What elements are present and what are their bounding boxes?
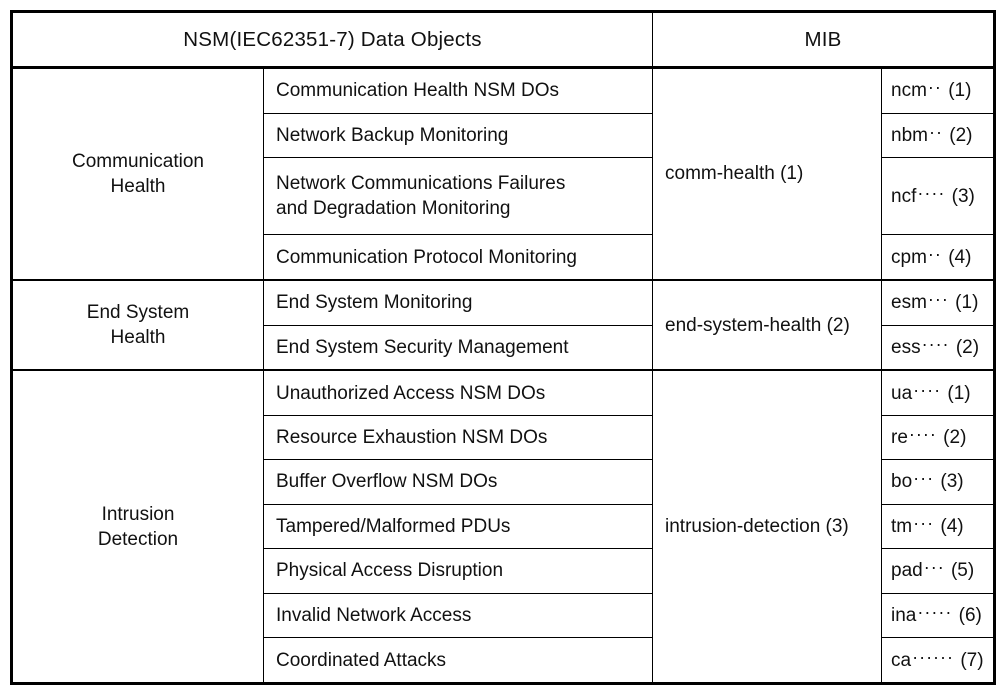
mib-code-abbr: esm [891,292,927,314]
group-label-line2: Health [110,327,166,349]
data-object-label: End System Security Management [263,324,653,371]
mib-code-abbr: nbm [891,124,928,146]
mib-code-number: (1) [955,292,979,314]
group-label-line2: Detection [97,528,179,550]
mib-code-cell: ua···· (1) [880,369,996,416]
dot-leader: ··· [913,468,935,489]
data-object-line2: and Degradation Monitoring [276,198,511,220]
mib-code-abbr: ess [891,336,921,358]
mib-code-number: (2) [955,336,980,358]
mib-code-number: (5) [950,560,975,582]
header-mib: MIB [651,11,996,69]
mib-code-abbr: bo [891,471,913,493]
dot-leader: ·· [927,77,942,98]
data-object-label: Resource Exhaustion NSM DOs [263,414,653,461]
mib-code-cell: ncf···· (3) [880,157,996,236]
dot-leader: ·· [927,243,942,264]
table-row: Intrusion Detection Unauthorized Access … [11,369,996,685]
mib-code-cell: pad··· (5) [880,548,996,594]
dot-leader: ··· [913,512,935,533]
mib-code-number: (2) [943,427,967,449]
mib-code-cell: cpm·· (4) [880,234,996,281]
dot-leader: ···· [917,182,946,203]
dot-leader: ···· [908,424,937,445]
mib-code-number: (7) [960,649,984,671]
dot-leader: ····· [917,601,953,622]
nsm-mib-mapping-table: NSM(IEC62351-7) Data Objects MIB Communi… [10,10,997,685]
group-label-line1: Communication [72,150,204,172]
group-label-intrusion-detection: Intrusion Detection [11,369,264,685]
data-object-label: End System Monitoring [263,279,653,326]
mib-code-cell: re···· (2) [880,414,996,461]
data-object-label: Physical Access Disruption [263,548,653,594]
mib-code-cell: ncm·· (1) [880,66,996,114]
mib-code-number: (4) [948,246,972,268]
mib-code-number: (3) [951,185,975,207]
mib-code-abbr: ncm [891,80,927,102]
nsm-mib-table-container: NSM(IEC62351-7) Data Objects MIB Communi… [10,10,997,685]
data-object-label: Unauthorized Access NSM DOs [263,369,653,416]
mib-code-abbr: ua [891,382,913,404]
group-label-line2: Health [110,176,166,197]
data-object-line1: Network Communications Failures [276,173,566,195]
mib-code-number: (3) [940,471,964,493]
data-object-label: Network Backup Monitoring [263,112,653,159]
group-label-line1: End System [86,302,190,324]
data-object-label: Coordinated Attacks [263,637,653,684]
mib-code-cell: esm··· (1) [880,279,996,326]
data-object-label: Network Communications Failures and Degr… [263,157,653,236]
dot-leader: ··· [927,289,949,310]
mib-code-number: (2) [949,124,973,146]
data-object-label: Tampered/Malformed PDUs [263,503,653,550]
mib-code-number: (6) [958,604,982,626]
dot-leader: ···· [921,333,950,354]
dot-leader: ···· [913,379,942,400]
mib-code-cell: bo··· (3) [880,459,996,505]
table-row: Communication Health Communication Healt… [11,66,996,281]
dot-leader: ·· [928,121,943,142]
group-label-line1: Intrusion [101,503,175,525]
mib-code-number: (4) [940,515,964,537]
mib-code-abbr: ca [891,649,912,671]
mib-code-abbr: re [891,427,908,449]
mib-code-cell: ca······ (7) [880,637,996,684]
mib-code-abbr: pad [891,560,923,582]
mib-code-cell: tm··· (4) [880,503,996,550]
table-header-row: NSM(IEC62351-7) Data Objects MIB [11,11,996,69]
group-label-communication-health: Communication Health [11,66,264,281]
table-body: Communication Health Communication Healt… [11,66,996,685]
mib-code-cell: nbm·· (2) [880,112,996,159]
mib-label-end-system-health: end-system-health (2) [652,279,882,371]
data-object-label: Invalid Network Access [263,592,653,639]
mib-code-abbr: ina [891,604,917,626]
mib-code-cell: ina····· (6) [880,592,996,639]
data-object-label: Communication Protocol Monitoring [263,234,653,281]
mib-code-cell: ess···· (2) [880,324,996,371]
dot-leader: ······ [912,646,955,667]
header-data-objects: NSM(IEC62351-7) Data Objects [11,11,653,69]
mib-code-abbr: ncf [891,185,917,207]
mib-code-abbr: cpm [891,246,927,268]
mib-code-abbr: tm [891,515,913,537]
mib-label-comm-health: comm-health (1) [652,66,882,281]
mib-code-number: (1) [948,80,972,102]
mib-label-intrusion-detection: intrusion-detection (3) [652,369,882,685]
group-label-end-system-health: End System Health [11,279,264,371]
mib-code-number: (1) [947,382,971,404]
data-object-label: Communication Health NSM DOs [263,66,653,114]
data-object-label: Buffer Overflow NSM DOs [263,459,653,505]
table-row: End System Health End System Monitoring … [11,279,996,371]
dot-leader: ··· [923,557,945,578]
